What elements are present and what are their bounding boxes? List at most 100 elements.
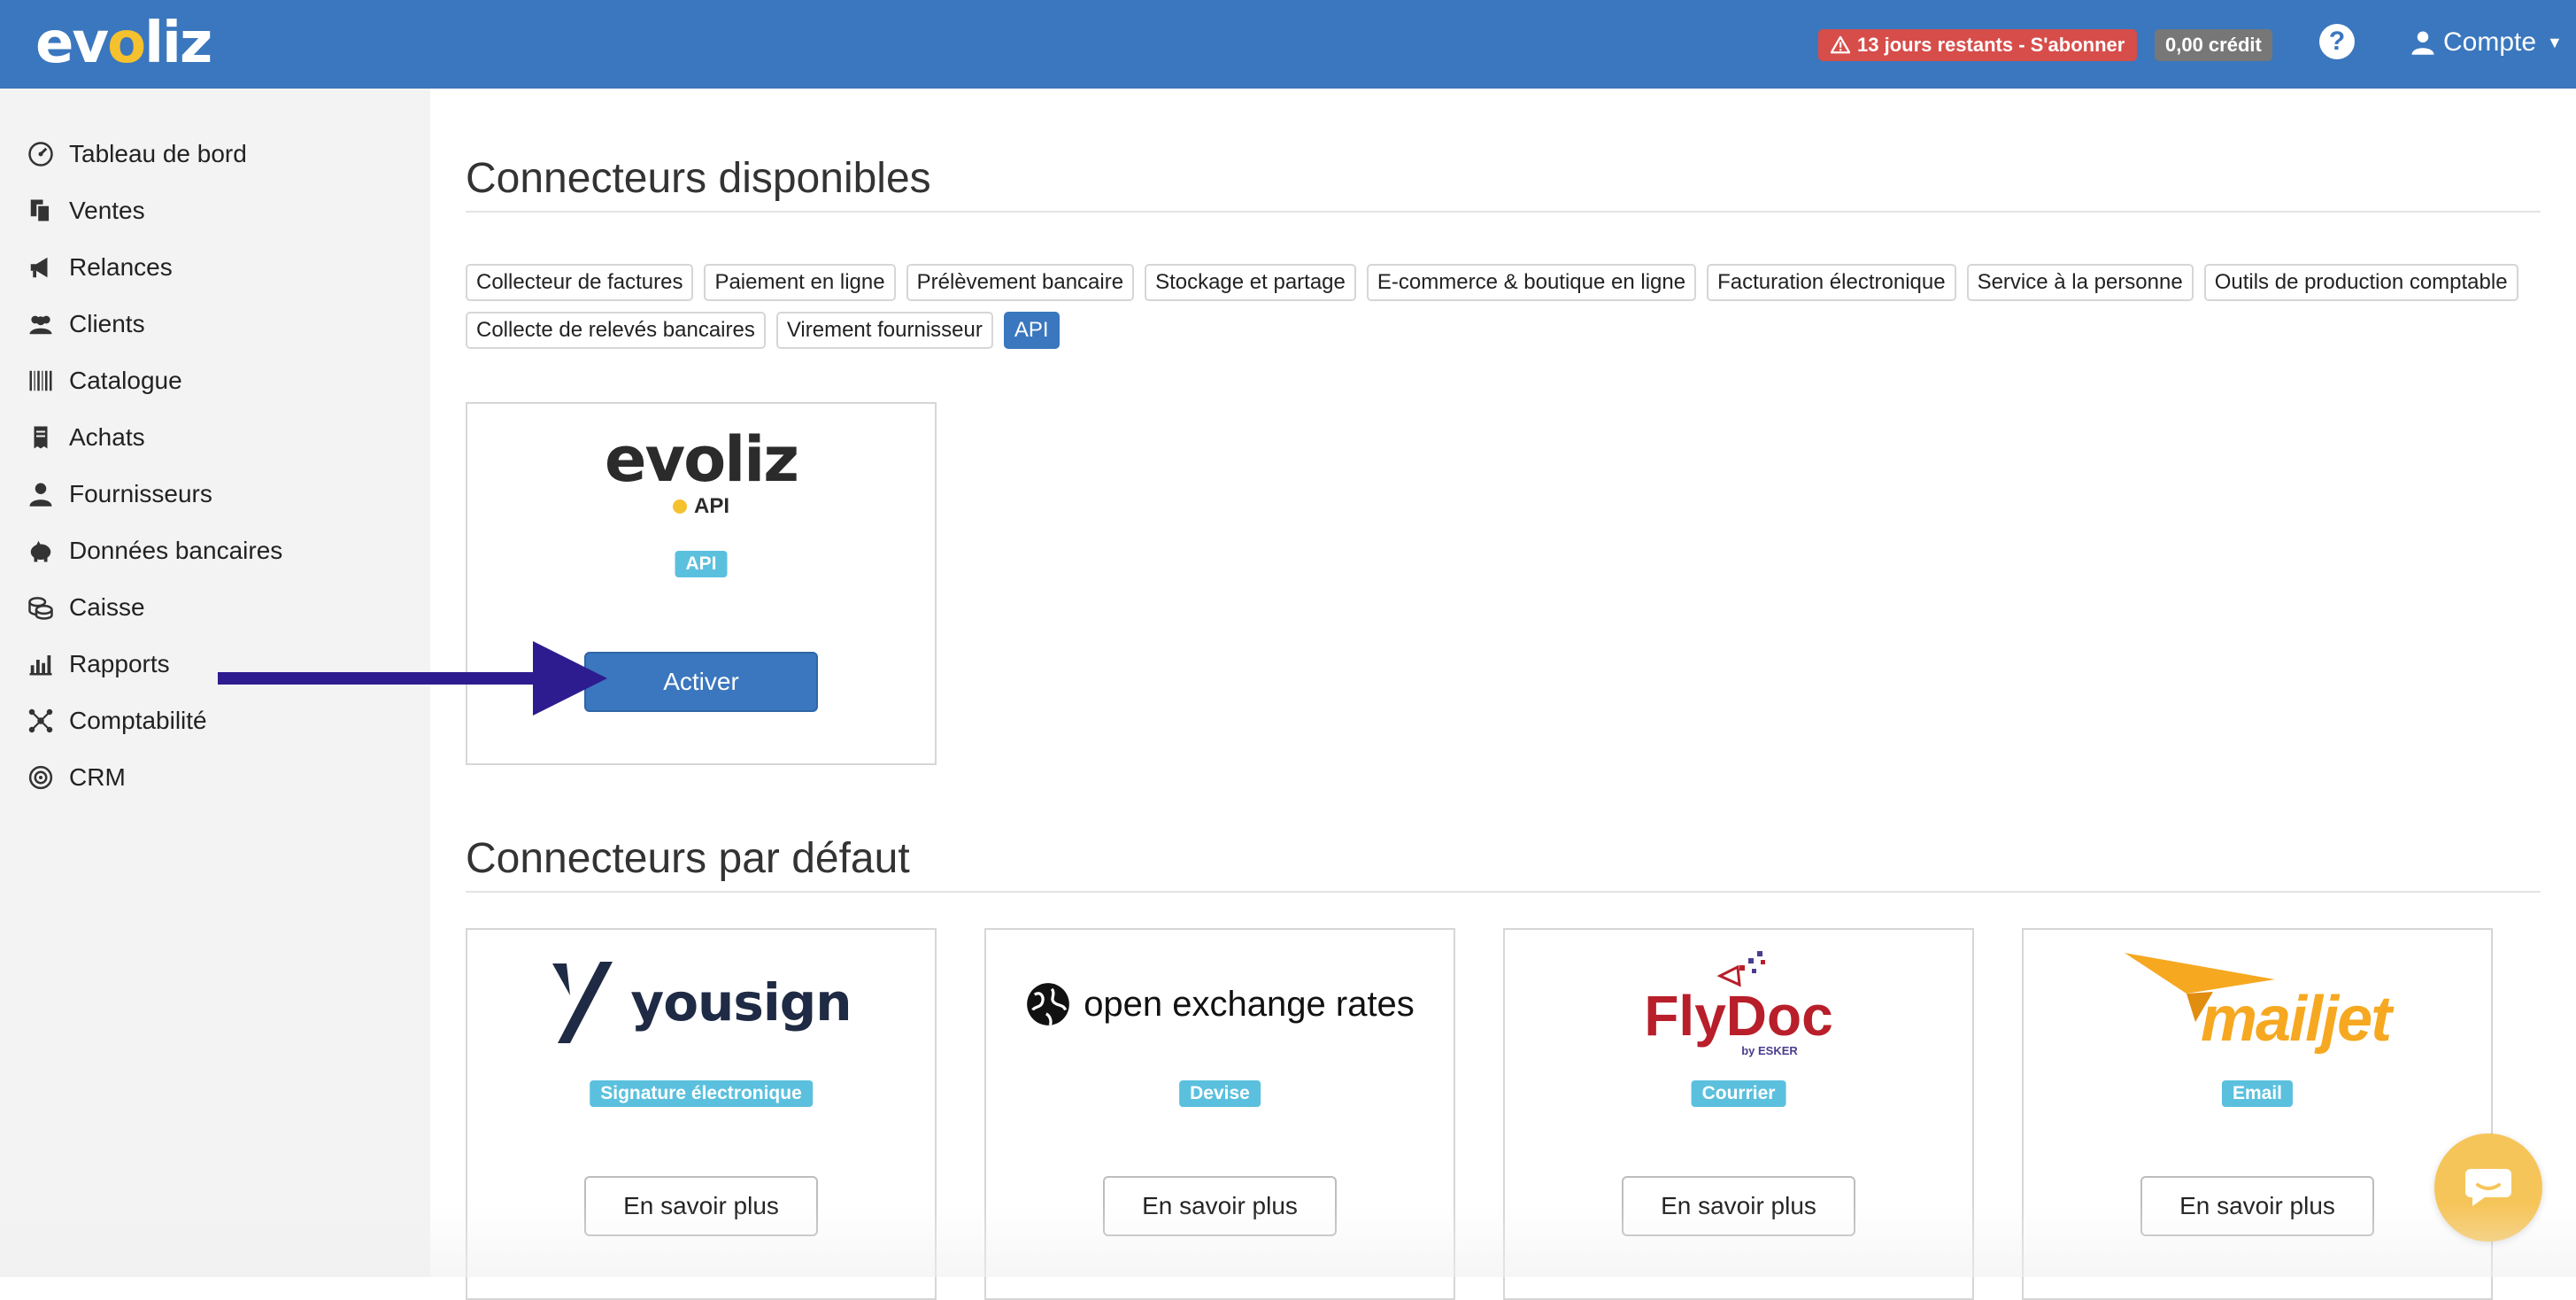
connector-card-flydoc: FlyDoc by ESKER Courrier En savoir plus [1503,928,1974,1300]
filter-row: Collecte de relevés bancaires Virement fo… [466,312,2555,349]
section-title-available: Connecteurs disponibles [466,155,931,202]
sidebar-item-label: CRM [69,763,126,791]
filter-chip[interactable]: E-commerce & boutique en ligne [1366,264,1697,301]
filter-chip[interactable]: Virement fournisseur [775,312,993,349]
users-icon [29,315,52,335]
yousign-logo-text: yousign [630,972,852,1033]
warning-icon [1831,35,1850,54]
barcode-icon [29,370,52,391]
filter-chip[interactable]: Outils de production comptable [2203,264,2518,301]
learn-more-button[interactable]: En savoir plus [1622,1176,1855,1236]
section-divider [466,211,2541,213]
sidebar-item-clients[interactable]: Clients [25,303,145,345]
category-tag: API [675,551,728,577]
credit-badge[interactable]: 0,00 crédit [2155,29,2272,61]
learn-more-button[interactable]: En savoir plus [584,1176,818,1236]
mailjet-logo: mailjet [2024,949,2491,1064]
sidebar-item-accounting[interactable]: Comptabilité [25,700,207,742]
sidebar-item-purchases[interactable]: Achats [25,416,145,459]
api-logo-sub: API [693,494,729,518]
documents-icon [30,199,50,223]
category-tag: Email [2221,1080,2294,1107]
category-tag: Devise [1179,1080,1261,1107]
filter-row: Collecteur de factures Paiement en ligne P… [466,264,2555,301]
help-icon-glyph: ? [2328,27,2346,56]
yousign-logo: yousign [467,960,935,1045]
user-icon [2411,31,2434,55]
coins-icon [28,597,53,620]
sidebar-item-label: Fournisseurs [69,480,212,507]
sidebar-item-label: Relances [69,253,173,281]
status-dot-icon [672,499,687,514]
user-icon [29,483,52,507]
yousign-mark-icon [552,962,613,1043]
sidebar-item-reminders[interactable]: Relances [25,246,173,289]
sidebar-item-suppliers[interactable]: Fournisseurs [25,473,212,515]
sidebar-item-crm[interactable]: CRM [25,756,126,799]
filter-chip[interactable]: Stockage et partage [1145,264,1356,301]
sidebar-item-label: Catalogue [69,367,182,394]
account-menu[interactable]: Compte ▼ [2410,23,2563,62]
sidebar-item-dashboard[interactable]: Tableau de bord [25,133,247,175]
receipt-icon [34,426,48,449]
top-bar: ev o liz 13 jours restants - S'abonner 0,0… [0,0,2576,89]
filter-chip[interactable]: Facturation électronique [1707,264,1956,301]
filter-chip[interactable]: Paiement en ligne [704,264,896,301]
filter-chip[interactable]: Collecte de relevés bancaires [466,312,766,349]
logo-text-mid: o [107,11,146,76]
bar-chart-icon [29,655,52,676]
logo-text-end: liz [144,11,212,76]
chat-icon [2465,1169,2511,1206]
filter-chip[interactable]: API [1003,312,1060,349]
activate-button[interactable]: Activer [584,652,818,712]
sidebar-item-label: Achats [69,423,145,451]
flydoc-logo: FlyDoc by ESKER [1505,949,1972,1057]
main-content: Connecteurs disponibles Collecteur de fa… [430,89,2576,1300]
sidebar-item-sales[interactable]: Ventes [25,190,145,232]
sidebar-item-bank-data[interactable]: Données bancaires [25,530,282,572]
network-icon [28,708,53,733]
caret-down-icon: ▼ [2547,33,2563,51]
evoliz-logo[interactable]: ev o liz [35,11,212,76]
sidebar-item-label: Données bancaires [69,537,283,564]
category-tag: Courrier [1691,1080,1786,1107]
sidebar-item-reports[interactable]: Rapports [25,643,170,685]
sidebar-item-label: Comptabilité [69,707,207,734]
connector-card-open-exchange-rates: open exchange rates Devise En savoir plu… [984,928,1455,1300]
flydoc-logo-text: FlyDoc [1644,984,1833,1048]
category-tag: Signature électronique [590,1080,813,1107]
sidebar-item-label: Caisse [69,593,145,621]
sidebar-item-cash-register[interactable]: Caisse [25,586,145,629]
sidebar-item-label: Ventes [69,197,145,224]
filter-chip[interactable]: Service à la personne [1966,264,2194,301]
sidebar-item-label: Rapports [69,650,170,677]
annotation-arrow-icon [218,641,607,716]
chat-widget-button[interactable] [2434,1134,2542,1242]
mailjet-logo-text: mailjet [2201,984,2392,1055]
section-title-default: Connecteurs par défaut [466,835,910,882]
credit-badge-text: 0,00 crédit [2165,34,2262,56]
help-icon[interactable]: ? [2319,24,2355,59]
flydoc-dots-icon [1716,951,1765,987]
trial-badge-text: 13 jours restants - S'abonner [1857,34,2125,56]
dashboard-icon [28,142,53,166]
filter-chip[interactable]: Collecteur de factures [466,264,694,301]
flydoc-logo-sub: by ESKER [1741,1044,1798,1057]
open-exchange-rates-logo: open exchange rates [986,981,1454,1027]
sidebar-item-label: Tableau de bord [69,140,247,167]
learn-more-button[interactable]: En savoir plus [2140,1176,2374,1236]
globe-icon [1027,983,1070,1026]
trial-subscribe-badge[interactable]: 13 jours restants - S'abonner [1818,29,2138,61]
logo-text-start: ev [35,11,109,76]
sidebar-item-label: Clients [69,310,145,337]
open-exchange-rates-logo-text: open exchange rates [1084,984,1415,1024]
section-divider [466,891,2541,893]
account-label: Compte [2443,27,2537,57]
filter-chip[interactable]: Prélèvement bancaire [906,264,1135,301]
sidebar-item-catalogue[interactable]: Catalogue [25,360,182,402]
api-logo-main: evoliz [605,423,799,496]
connector-card-yousign: yousign Signature électronique En savoir… [466,928,937,1300]
category-filters: Collecteur de factures Paiement en ligne P… [466,264,2555,360]
learn-more-button[interactable]: En savoir plus [1103,1176,1337,1236]
piggy-bank-icon [30,540,51,562]
